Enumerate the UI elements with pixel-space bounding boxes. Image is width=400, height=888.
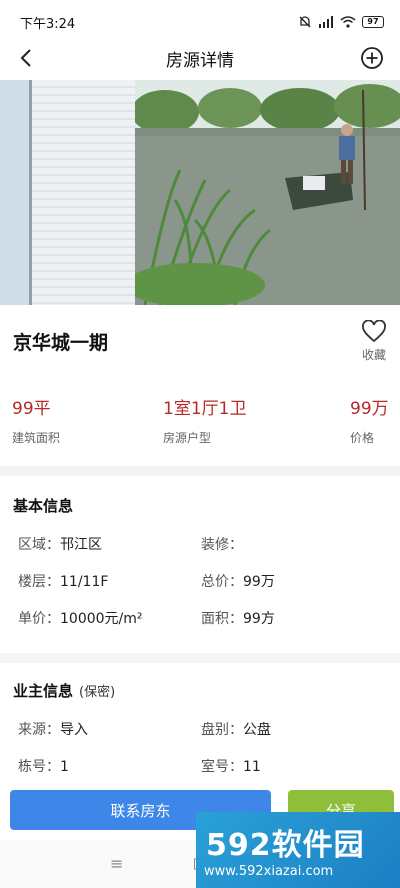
info-key: 来源：: [18, 722, 60, 738]
info-key: 面积：: [201, 611, 243, 627]
stat-value: 99万: [350, 399, 389, 419]
info-key: 区域：: [18, 537, 60, 553]
info-total-price: 总价：99万: [201, 571, 275, 591]
house-photo-gallery[interactable]: [0, 80, 400, 305]
stat-layout: 1室1厅1卫 房源户型: [163, 394, 246, 446]
watermark-logo: 592软件园 www.592xiazai.com: [196, 812, 400, 888]
basic-info-title: 基本信息: [13, 497, 74, 515]
add-button[interactable]: [358, 44, 386, 72]
info-key: 总价：: [201, 574, 243, 590]
info-key: 装修：: [201, 537, 243, 553]
info-value: 10000元/m²: [60, 611, 143, 627]
info-key: 盘别：: [201, 722, 243, 738]
favorite-button[interactable]: 收藏: [360, 320, 388, 363]
watermark-brand: 592软件园: [206, 828, 365, 863]
nav-bar: 房源详情: [0, 38, 400, 78]
info-key: 室号：: [201, 759, 243, 775]
pond-scene-illustration: [125, 80, 400, 305]
info-value: 11: [243, 759, 261, 775]
key-stats: 99平 建筑面积 1室1厅1卫 房源户型 99万 价格: [0, 394, 400, 450]
back-button[interactable]: [12, 44, 40, 72]
house-title: 京华城一期: [13, 332, 109, 354]
stat-label: 价格: [350, 431, 375, 445]
house-photo-pond[interactable]: [125, 80, 400, 305]
info-value: 99方: [243, 611, 275, 627]
info-value: 11/11F: [60, 574, 109, 590]
menu-icon[interactable]: ≡: [110, 854, 123, 873]
status-icons: 97: [298, 15, 384, 29]
info-unit-price: 单价：10000元/m²: [18, 608, 143, 628]
battery-icon: 97: [362, 16, 384, 28]
plus-circle-icon: [361, 47, 383, 69]
info-key: 栋号：: [18, 759, 60, 775]
stat-price: 99万 价格: [350, 394, 389, 446]
info-value: 99万: [243, 574, 275, 590]
info-source: 来源：导入: [18, 719, 88, 739]
owner-info-title: 业主信息 (保密): [13, 680, 115, 701]
info-value: 邗江区: [60, 537, 102, 553]
info-value: 导入: [60, 722, 88, 738]
stat-value: 1室1厅1卫: [163, 399, 247, 419]
stat-label: 建筑面积: [12, 431, 61, 445]
heart-icon: [362, 320, 386, 343]
section-divider: [0, 466, 400, 476]
status-time: 下午3:24: [20, 16, 76, 32]
stat-label: 房源户型: [163, 431, 212, 445]
signal-icon: [319, 16, 333, 28]
page-title: 房源详情: [166, 50, 234, 71]
stat-value: 99平: [12, 399, 51, 419]
house-photo-phone-edge: [0, 80, 32, 305]
favorite-label: 收藏: [361, 348, 386, 362]
house-title-row: 京华城一期 收藏: [0, 316, 400, 366]
stat-area: 99平 建筑面积: [12, 394, 60, 446]
mute-bell-icon: [299, 16, 311, 28]
owner-info-heading: 业主信息: [13, 682, 74, 700]
info-floor: 楼层：11/11F: [18, 571, 108, 591]
info-building-no: 栋号：1: [18, 756, 69, 776]
watermark-url: www.592xiazai.com: [204, 864, 334, 879]
wifi-icon: [340, 16, 356, 28]
section-divider: [0, 653, 400, 663]
info-listing-type: 盘别：公盘: [201, 719, 271, 739]
info-key: 楼层：: [18, 574, 60, 590]
info-room-no: 室号：11: [201, 756, 261, 776]
info-region: 区域：邗江区: [18, 534, 102, 554]
info-area: 面积：99方: [201, 608, 275, 628]
info-key: 单价：: [18, 611, 60, 627]
back-arrow-icon: [20, 49, 31, 67]
info-value: 公盘: [243, 722, 271, 738]
info-decoration: 装修：: [201, 534, 243, 554]
owner-info-confidential: (保密): [79, 685, 116, 700]
info-value: 1: [60, 759, 69, 775]
